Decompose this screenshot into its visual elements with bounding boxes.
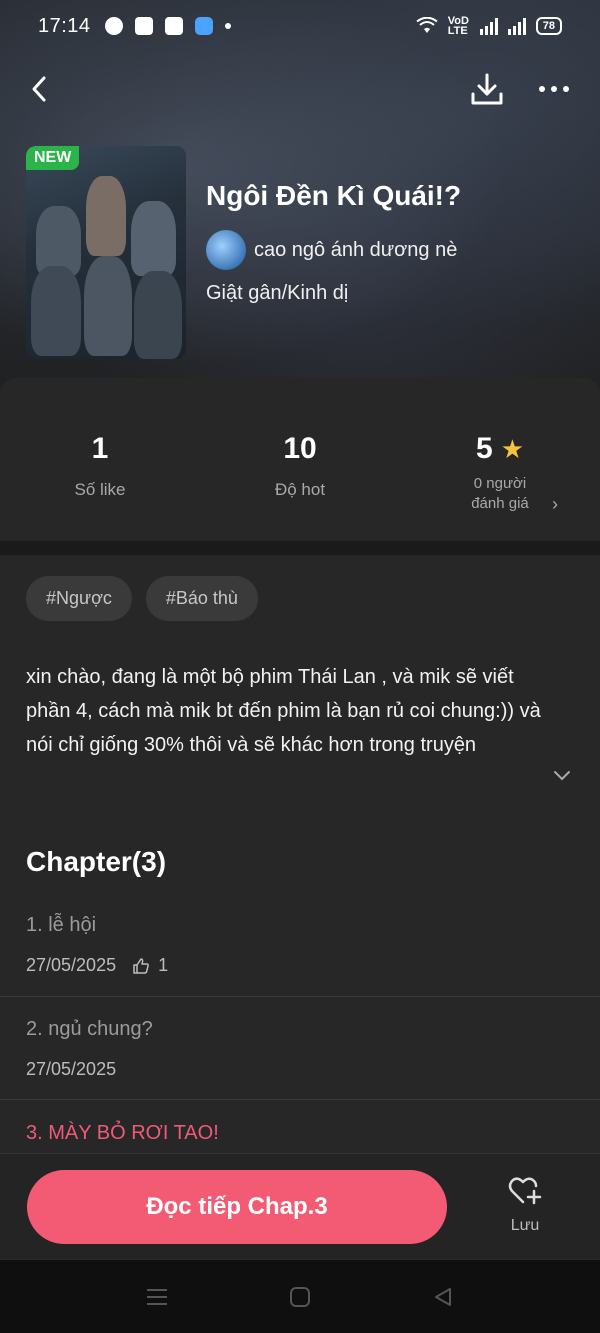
thumbs-up-icon — [133, 957, 149, 974]
more-notifications-icon — [224, 23, 231, 29]
square-icon — [290, 1287, 310, 1307]
status-time: 17:14 — [38, 14, 91, 37]
more-options-button[interactable] — [534, 74, 574, 104]
wifi-icon — [416, 17, 438, 33]
more-dot-icon — [539, 86, 545, 92]
chapter-divider — [0, 996, 600, 997]
download-icon — [471, 73, 503, 105]
divider — [0, 541, 600, 555]
top-nav — [0, 64, 600, 116]
chapter-date: 27/05/2025 — [26, 955, 117, 975]
save-label[interactable]: Lưu — [490, 1217, 560, 1235]
messenger-icon — [104, 17, 123, 35]
likes-label: Số like — [74, 480, 126, 499]
chapter-item-current[interactable]: 3. MÀY BỎ RƠI TAO! — [0, 1122, 600, 1145]
battery-icon: 78 — [535, 17, 562, 35]
bottom-action-bar: Đọc tiếp Chap.3 Lưu — [0, 1153, 600, 1259]
home-button[interactable] — [285, 1282, 315, 1312]
chapter-divider — [0, 1099, 600, 1100]
stat-rating[interactable]: 5 ★ 0 người đánh giá — [400, 432, 600, 514]
triangle-back-icon — [435, 1288, 451, 1306]
heart-add-icon — [508, 1177, 542, 1205]
more-dot-icon — [551, 86, 557, 92]
chapter-title[interactable]: 2. ngủ chung? — [26, 1018, 600, 1041]
rating-count-label: 0 người — [473, 475, 527, 492]
star-icon: ★ — [500, 433, 524, 464]
system-back-button[interactable] — [428, 1282, 458, 1312]
menu-icon — [147, 1289, 167, 1305]
chapter-like-count: 1 — [158, 955, 169, 975]
signal-icon — [479, 17, 498, 35]
chevron-left-icon — [32, 76, 46, 102]
stat-likes: 1 Số like — [0, 432, 200, 500]
facebook-icon — [134, 17, 153, 35]
likes-count: 1 — [91, 432, 109, 465]
hot-label: Độ hot — [274, 480, 326, 499]
story-description: xin chào, đang là một bộ phim Thái Lan ,… — [26, 666, 541, 756]
more-dot-icon — [563, 86, 569, 92]
download-button[interactable] — [468, 70, 506, 108]
tag-nguoc[interactable]: #Ngược — [26, 576, 132, 621]
chapters-header: Chapter(3) — [26, 846, 167, 877]
avatar[interactable] — [206, 230, 246, 270]
stat-hot: 10 Độ hot — [200, 432, 400, 500]
story-cover: NEW — [26, 146, 186, 359]
rating-label: đánh giá — [471, 495, 529, 512]
chevron-down-icon — [554, 771, 570, 781]
chapter-date: 27/05/2025 — [26, 1059, 117, 1079]
continue-reading-button[interactable]: Đọc tiếp Chap.3 — [27, 1170, 447, 1244]
system-nav-bar — [0, 1260, 600, 1333]
tag-bao-thu[interactable]: #Báo thù — [145, 576, 258, 621]
story-title: Ngôi Đền Kì Quái!? — [206, 180, 462, 211]
lte-label: VoD LTE — [447, 15, 469, 37]
chapter-item[interactable]: 2. ngủ chung? 27/05/2025 — [0, 1018, 600, 1080]
chapter-title[interactable]: 3. MÀY BỎ RƠI TAO! — [26, 1122, 600, 1145]
tiktok-icon — [164, 17, 183, 35]
hot-count: 10 — [283, 432, 317, 465]
chapter-item[interactable]: 1. lễ hội 27/05/2025 1 — [0, 914, 600, 976]
battery-level: 78 — [542, 20, 555, 32]
signal-icon-2 — [507, 17, 526, 35]
app-notification-icon — [194, 17, 213, 35]
new-badge: NEW — [26, 146, 80, 170]
chevron-right-icon[interactable]: › — [552, 494, 558, 515]
chapter-title[interactable]: 1. lễ hội — [26, 914, 600, 937]
tag-list: #Ngược #Báo thù — [26, 576, 258, 621]
chapter-likes: 1 — [132, 955, 168, 976]
rating-value: 5 — [476, 432, 493, 465]
recent-apps-button[interactable] — [142, 1282, 172, 1312]
status-bar: 17:14 VoD LTE 78 — [0, 0, 600, 52]
author-row[interactable]: cao ngô ánh dương nè — [206, 230, 457, 270]
author-name[interactable]: cao ngô ánh dương nè — [254, 239, 457, 262]
story-genre: Giật gân/Kinh dị — [206, 282, 349, 304]
back-button[interactable] — [22, 72, 56, 106]
save-button[interactable]: Lưu — [490, 1176, 560, 1235]
stats-row: 1 Số like 10 Độ hot 5 ★ 0 người đánh giá… — [0, 406, 600, 536]
expand-description-button[interactable] — [548, 766, 576, 794]
